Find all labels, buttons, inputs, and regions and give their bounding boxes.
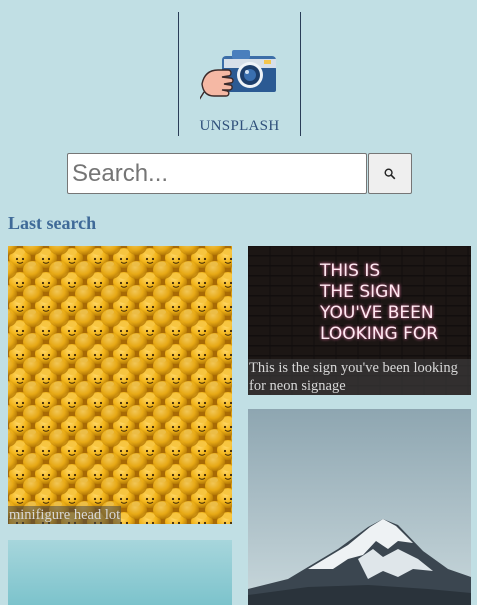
photo-card-sky[interactable] bbox=[8, 540, 232, 605]
camera-hand-icon bbox=[200, 50, 276, 100]
sky-image bbox=[8, 540, 232, 605]
brand-name: UNSPLASH bbox=[199, 118, 280, 134]
neon-line: YOU'VE BEEN bbox=[319, 303, 434, 323]
magnifier-icon bbox=[384, 167, 396, 179]
photo-card-mountain[interactable] bbox=[248, 409, 471, 605]
neon-line: LOOKING FOR bbox=[320, 324, 438, 344]
lego-heads-image bbox=[8, 246, 232, 524]
photo-card-neon[interactable]: THIS IS THE SIGN YOU'VE BEEN LOOKING FOR… bbox=[248, 246, 471, 395]
neon-line: THE SIGN bbox=[319, 282, 401, 302]
search-button[interactable] bbox=[368, 153, 412, 194]
search-input[interactable] bbox=[67, 153, 367, 194]
photo-caption: This is the sign you've been looking for… bbox=[248, 359, 471, 395]
section-title: Last search bbox=[8, 213, 97, 233]
mountain-image bbox=[248, 409, 471, 605]
app-header: UNSPLASH bbox=[178, 12, 301, 136]
neon-line: THIS IS bbox=[319, 261, 380, 281]
search-bar bbox=[67, 153, 412, 194]
photo-caption: minifigure head lot bbox=[8, 506, 122, 524]
photo-card-lego[interactable]: minifigure head lot bbox=[8, 246, 232, 524]
